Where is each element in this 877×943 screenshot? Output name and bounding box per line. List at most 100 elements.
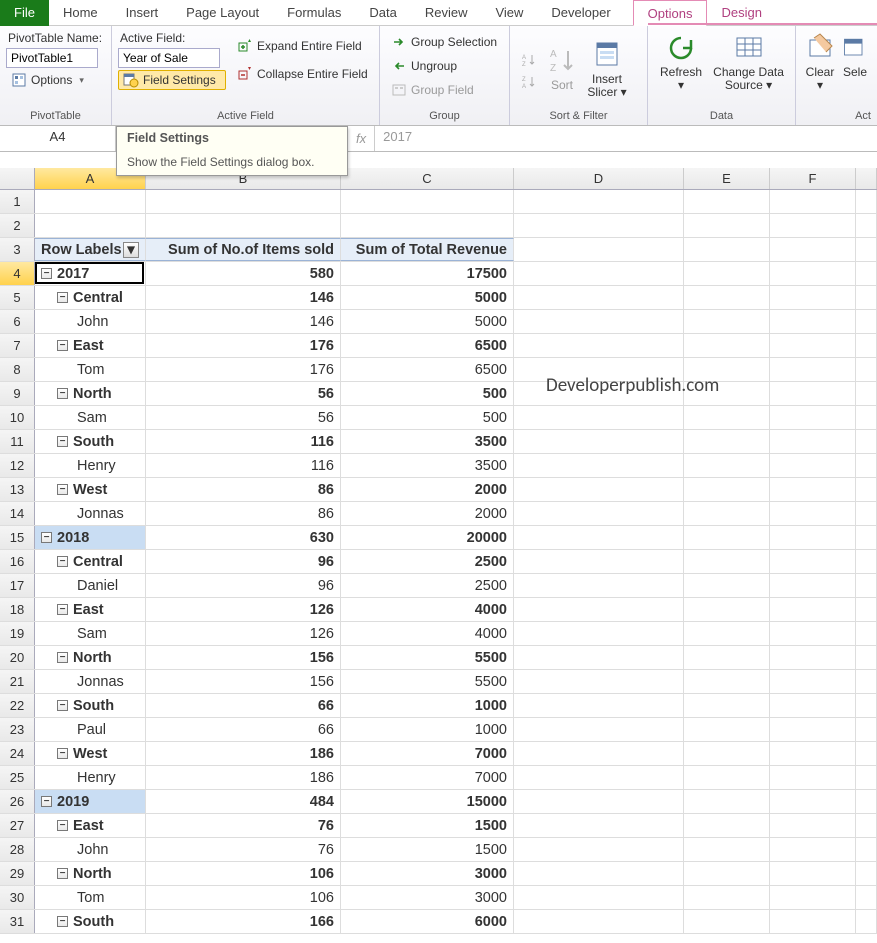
cell[interactable] (341, 190, 514, 213)
cell[interactable] (770, 598, 856, 621)
cell[interactable]: 5500 (341, 670, 514, 693)
cell[interactable]: 106 (146, 862, 341, 885)
cell[interactable] (770, 574, 856, 597)
cell[interactable] (514, 502, 684, 525)
row-header[interactable]: 10 (0, 406, 35, 429)
collapse-toggle-icon[interactable]: − (57, 388, 68, 399)
cell[interactable] (514, 478, 684, 501)
activefield-input[interactable] (118, 48, 220, 68)
collapse-toggle-icon[interactable]: − (57, 340, 68, 351)
cell[interactable] (514, 262, 684, 285)
cell[interactable]: −2018 (35, 526, 146, 549)
cell[interactable]: 76 (146, 814, 341, 837)
cell[interactable]: 56 (146, 382, 341, 405)
cell[interactable] (514, 310, 684, 333)
cell[interactable]: 186 (146, 766, 341, 789)
cell[interactable] (146, 190, 341, 213)
select-button[interactable]: Sele (838, 30, 872, 108)
cell[interactable] (514, 334, 684, 357)
cell[interactable] (856, 334, 877, 357)
ungroup-button[interactable]: Ungroup (386, 56, 502, 76)
cell[interactable] (856, 646, 877, 669)
cell[interactable] (684, 838, 770, 861)
expand-field-button[interactable]: Expand Entire Field (232, 36, 373, 56)
cell[interactable] (684, 790, 770, 813)
row-header[interactable]: 2 (0, 214, 35, 237)
cell[interactable]: Paul (35, 718, 146, 741)
select-all-corner[interactable] (0, 168, 35, 189)
cell[interactable] (684, 646, 770, 669)
filter-dropdown-icon[interactable]: ▾ (123, 242, 139, 258)
cell[interactable]: Henry (35, 454, 146, 477)
cell[interactable] (514, 718, 684, 741)
refresh-button[interactable]: Refresh▾ (654, 30, 708, 108)
collapse-toggle-icon[interactable]: − (57, 652, 68, 663)
row-header[interactable]: 24 (0, 742, 35, 765)
tab-file[interactable]: File (0, 0, 49, 26)
cell[interactable]: John (35, 838, 146, 861)
cell[interactable] (856, 838, 877, 861)
cell[interactable]: −North (35, 862, 146, 885)
cell[interactable] (514, 766, 684, 789)
cell[interactable]: 126 (146, 598, 341, 621)
cell[interactable] (684, 622, 770, 645)
row-header[interactable]: 17 (0, 574, 35, 597)
cell[interactable]: 3000 (341, 886, 514, 909)
cell[interactable] (856, 766, 877, 789)
cell[interactable] (684, 886, 770, 909)
cell[interactable] (684, 910, 770, 933)
cell[interactable] (341, 214, 514, 237)
cell[interactable]: 76 (146, 838, 341, 861)
cell[interactable]: −South (35, 910, 146, 933)
row-header[interactable]: 14 (0, 502, 35, 525)
cell[interactable] (684, 286, 770, 309)
row-header[interactable]: 11 (0, 430, 35, 453)
collapse-toggle-icon[interactable]: − (57, 748, 68, 759)
cell[interactable] (856, 694, 877, 717)
cell[interactable]: 2500 (341, 574, 514, 597)
cell[interactable] (514, 622, 684, 645)
cell[interactable] (514, 670, 684, 693)
cell[interactable] (770, 838, 856, 861)
cell[interactable] (770, 358, 856, 381)
tab-design[interactable]: Design (707, 0, 775, 26)
tab-review[interactable]: Review (411, 0, 482, 26)
row-header[interactable]: 9 (0, 382, 35, 405)
cell[interactable] (770, 454, 856, 477)
cell[interactable] (856, 310, 877, 333)
cell[interactable] (856, 886, 877, 909)
collapse-toggle-icon[interactable]: − (57, 700, 68, 711)
cell[interactable]: Henry (35, 766, 146, 789)
cell[interactable] (856, 286, 877, 309)
row-header[interactable]: 16 (0, 550, 35, 573)
cell[interactable] (770, 238, 856, 261)
cell[interactable] (514, 886, 684, 909)
cell[interactable] (684, 598, 770, 621)
cell[interactable] (856, 526, 877, 549)
cell[interactable]: 6500 (341, 334, 514, 357)
cell[interactable] (684, 502, 770, 525)
cell[interactable]: John (35, 310, 146, 333)
cell[interactable]: 146 (146, 286, 341, 309)
row-header[interactable]: 3 (0, 238, 35, 261)
cell[interactable] (770, 622, 856, 645)
cell[interactable] (514, 742, 684, 765)
cell[interactable] (684, 334, 770, 357)
cell[interactable]: Jonnas (35, 502, 146, 525)
cell[interactable]: 500 (341, 406, 514, 429)
cell[interactable] (856, 622, 877, 645)
cell[interactable]: 5500 (341, 646, 514, 669)
cell[interactable] (514, 574, 684, 597)
cell[interactable] (770, 670, 856, 693)
cell[interactable] (514, 406, 684, 429)
cell[interactable] (514, 286, 684, 309)
cell[interactable]: 20000 (341, 526, 514, 549)
cell[interactable] (684, 670, 770, 693)
cell[interactable] (770, 550, 856, 573)
cell[interactable] (514, 862, 684, 885)
cell[interactable] (684, 574, 770, 597)
cell[interactable]: 580 (146, 262, 341, 285)
cell[interactable] (770, 430, 856, 453)
row-header[interactable]: 6 (0, 310, 35, 333)
cell[interactable] (684, 310, 770, 333)
